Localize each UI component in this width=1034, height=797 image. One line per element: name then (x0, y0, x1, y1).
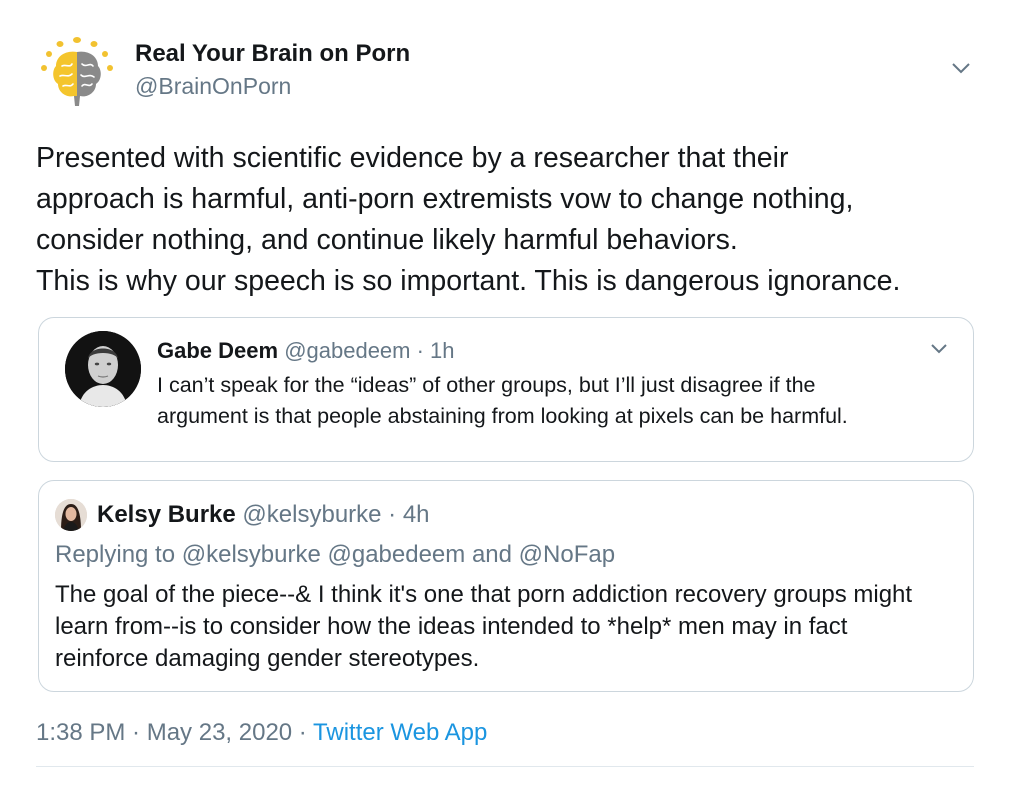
quoted-tweet-kelsy[interactable]: Kelsy Burke @kelsyburke · 4h Replying to… (38, 480, 974, 692)
tweet-timestamp[interactable]: 1:38 PM · May 23, 2020 · (36, 719, 313, 746)
quoted-author-name[interactable]: Kelsy Burke (97, 501, 236, 528)
quoted-tweet-options-button[interactable] (928, 341, 950, 357)
tweet-options-button[interactable] (948, 58, 974, 78)
tweet-footer: 1:38 PM · May 23, 2020 · Twitter Web App (36, 719, 487, 747)
quoted-tweet-header: Kelsy Burke @kelsyburke · 4h (97, 501, 430, 529)
quoted-text-line: reinforce damaging gender stereotypes. (55, 645, 480, 672)
replying-to: Replying to @kelsyburke @gabedeem and @N… (55, 541, 616, 568)
quoted-tweet-gabe[interactable]: Gabe Deem @gabedeem · 1h I can’t speak f… (38, 317, 974, 462)
tweet-text: Presented with scientific evidence by a … (36, 138, 974, 302)
tweet-text-line: consider nothing, and continue likely ha… (36, 224, 738, 256)
avatar[interactable] (65, 331, 141, 407)
avatar[interactable] (55, 499, 87, 531)
chevron-down-icon (952, 63, 970, 74)
quoted-author-meta: @gabedeem · 1h (284, 338, 455, 363)
quoted-text-line: learn from--is to consider how the ideas… (55, 613, 848, 640)
tweet-text-line: approach is harmful, anti-porn extremist… (36, 183, 854, 215)
profile-avatar[interactable] (36, 32, 118, 114)
tweet: Real Your Brain on Porn @BrainOnPorn Pre… (36, 0, 974, 797)
tweet-source-link[interactable]: Twitter Web App (313, 719, 487, 746)
author-display-name[interactable]: Real Your Brain on Porn (135, 40, 410, 68)
person-photo-icon (65, 331, 141, 407)
author-handle[interactable]: @BrainOnPorn (135, 73, 291, 100)
person-photo-icon (55, 499, 87, 531)
brain-sun-logo-icon (41, 37, 113, 106)
divider (36, 766, 974, 767)
quoted-text-line: argument is that people abstaining from … (157, 404, 848, 428)
quoted-author-meta: @kelsyburke · 4h (242, 501, 430, 528)
quoted-author-name[interactable]: Gabe Deem (157, 338, 278, 363)
quoted-tweet-text: The goal of the piece--& I think it's on… (55, 579, 955, 675)
tweet-text-line: This is why our speech is so important. … (36, 265, 901, 297)
quoted-text-line: I can’t speak for the “ideas” of other g… (157, 373, 816, 397)
quoted-tweet-header: Gabe Deem @gabedeem · 1h (157, 338, 455, 364)
tweet-text-line: Presented with scientific evidence by a … (36, 142, 789, 174)
quoted-tweet-text: I can’t speak for the “ideas” of other g… (157, 370, 947, 432)
quoted-text-line: The goal of the piece--& I think it's on… (55, 581, 913, 608)
chevron-down-icon (931, 344, 947, 354)
